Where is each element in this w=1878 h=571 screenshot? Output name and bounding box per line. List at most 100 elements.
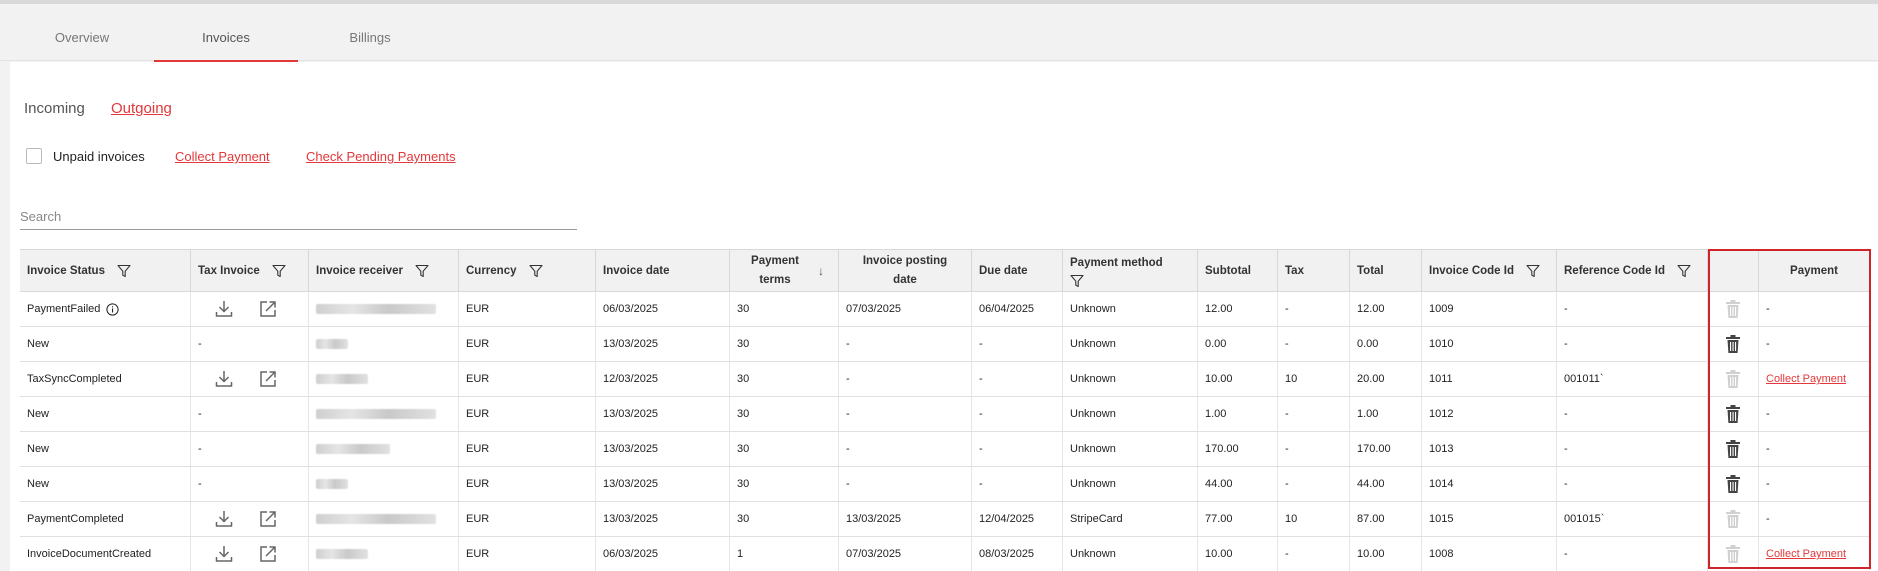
subtab-outgoing[interactable]: Outgoing	[111, 100, 172, 117]
sort-descending-icon[interactable]: ↓	[818, 262, 824, 281]
filter-icon-graphic	[1526, 264, 1540, 278]
delete-icon[interactable]	[1725, 474, 1741, 494]
header-payment-terms[interactable]: Payment terms ↓	[730, 250, 839, 292]
cell-reference-code-id: 001011`	[1557, 362, 1708, 396]
cell-invoice-posting-date: -	[839, 362, 972, 396]
cell-invoice-status: InvoiceDocumentCreated	[20, 537, 191, 571]
payment-method-text: Unknown	[1070, 478, 1116, 490]
tax-text: -	[1285, 548, 1289, 560]
filter-icon-graphic	[415, 264, 429, 278]
payment-text: -	[1766, 408, 1770, 420]
filter-icon-graphic	[1677, 264, 1691, 278]
filter-icon[interactable]	[1677, 264, 1691, 278]
cell-actions	[1708, 432, 1759, 466]
open-external-icon-graphic	[260, 301, 276, 317]
header-label: Subtotal	[1205, 265, 1251, 277]
tax-text: -	[1285, 338, 1289, 350]
tab-billings[interactable]: Billings	[340, 30, 400, 45]
reference-code-id-text: -	[1564, 338, 1568, 350]
trash-icon-graphic	[1726, 440, 1740, 458]
filter-icon-graphic	[117, 264, 131, 278]
tax-text: -	[1285, 303, 1289, 315]
download-icon[interactable]	[213, 508, 235, 530]
header-label: Invoice Code Id	[1429, 265, 1514, 277]
search-input[interactable]	[20, 204, 577, 230]
header-due-date: Due date	[972, 250, 1063, 292]
tax-invoice-text: -	[198, 338, 202, 350]
cell-invoice-receiver	[309, 502, 459, 536]
open-external-icon[interactable]	[257, 298, 279, 320]
payment-terms-text: 30	[737, 303, 750, 315]
unpaid-invoices-checkbox[interactable]	[26, 148, 42, 164]
download-icon[interactable]	[213, 298, 235, 320]
cell-payment-method: StripeCard	[1063, 502, 1198, 536]
cell-total: 1.00	[1350, 397, 1422, 431]
filter-icon[interactable]	[415, 264, 429, 278]
cell-tax: -	[1278, 397, 1350, 431]
cell-tax: -	[1278, 467, 1350, 501]
header-actions	[1708, 250, 1759, 292]
open-external-icon[interactable]	[257, 508, 279, 530]
cell-subtotal: 44.00	[1198, 467, 1278, 501]
filter-icon[interactable]	[1526, 264, 1540, 278]
header-tax: Tax	[1278, 250, 1350, 292]
cell-total: 87.00	[1350, 502, 1422, 536]
download-icon[interactable]	[213, 368, 235, 390]
cell-invoice-posting-date: -	[839, 327, 972, 361]
cell-invoice-code-id: 1009	[1422, 292, 1557, 326]
cell-invoice-receiver	[309, 362, 459, 396]
payment-method-text: Unknown	[1070, 303, 1116, 315]
filter-icon[interactable]	[528, 264, 543, 278]
cell-actions	[1708, 327, 1759, 361]
due-date-text: -	[979, 373, 983, 385]
cell-invoice-code-id: 1012	[1422, 397, 1557, 431]
cell-subtotal: 1.00	[1198, 397, 1278, 431]
payment-terms-text: 30	[737, 478, 750, 490]
header-label: Due date	[979, 265, 1028, 277]
header-currency: Currency	[459, 250, 596, 292]
header-label: Reference Code Id	[1564, 265, 1665, 277]
download-icon[interactable]	[213, 543, 235, 565]
header-invoice-receiver: Invoice receiver	[309, 250, 459, 292]
collect-payment-row-link[interactable]: Collect Payment	[1766, 373, 1846, 385]
cell-invoice-posting-date: 13/03/2025	[839, 502, 972, 536]
status-text: New	[27, 408, 50, 420]
cell-subtotal: 170.00	[1198, 432, 1278, 466]
cell-actions	[1708, 467, 1759, 501]
filter-icon[interactable]	[272, 264, 286, 278]
unpaid-invoices-label: Unpaid invoices	[53, 149, 145, 164]
open-external-icon[interactable]	[257, 543, 279, 565]
cell-actions	[1708, 502, 1759, 536]
filter-icon[interactable]	[117, 264, 131, 278]
check-pending-payments-link[interactable]: Check Pending Payments	[306, 149, 456, 164]
delete-icon[interactable]	[1725, 404, 1741, 424]
cell-currency: EUR	[459, 362, 596, 396]
cell-invoice-code-id: 1013	[1422, 432, 1557, 466]
collect-payment-link[interactable]: Collect Payment	[175, 149, 270, 164]
collect-payment-row-link[interactable]: Collect Payment	[1766, 548, 1846, 560]
cell-invoice-code-id: 1011	[1422, 362, 1557, 396]
trash-icon-graphic	[1726, 545, 1740, 563]
tab-overview[interactable]: Overview	[54, 30, 110, 45]
delete-icon[interactable]	[1725, 439, 1741, 459]
cell-currency: EUR	[459, 397, 596, 431]
cell-invoice-receiver	[309, 432, 459, 466]
payment-text: -	[1766, 478, 1770, 490]
cell-due-date: -	[972, 467, 1063, 501]
delete-icon	[1725, 369, 1741, 389]
invoice-date-text: 13/03/2025	[603, 338, 659, 350]
subtotal-text: 0.00	[1205, 338, 1227, 350]
cell-invoice-code-id: 1010	[1422, 327, 1557, 361]
info-icon[interactable]	[106, 302, 119, 316]
total-text: 10.00	[1357, 548, 1385, 560]
cell-payment: Collect Payment	[1759, 537, 1870, 571]
delete-icon	[1725, 509, 1741, 529]
reference-code-id-text: -	[1564, 548, 1568, 560]
subtab-incoming[interactable]: Incoming	[24, 100, 85, 117]
tab-invoices[interactable]: Invoices	[154, 30, 298, 45]
filter-icon[interactable]	[1070, 274, 1084, 288]
open-external-icon[interactable]	[257, 368, 279, 390]
currency-text: EUR	[466, 443, 490, 455]
cell-subtotal: 0.00	[1198, 327, 1278, 361]
delete-icon[interactable]	[1725, 334, 1741, 354]
